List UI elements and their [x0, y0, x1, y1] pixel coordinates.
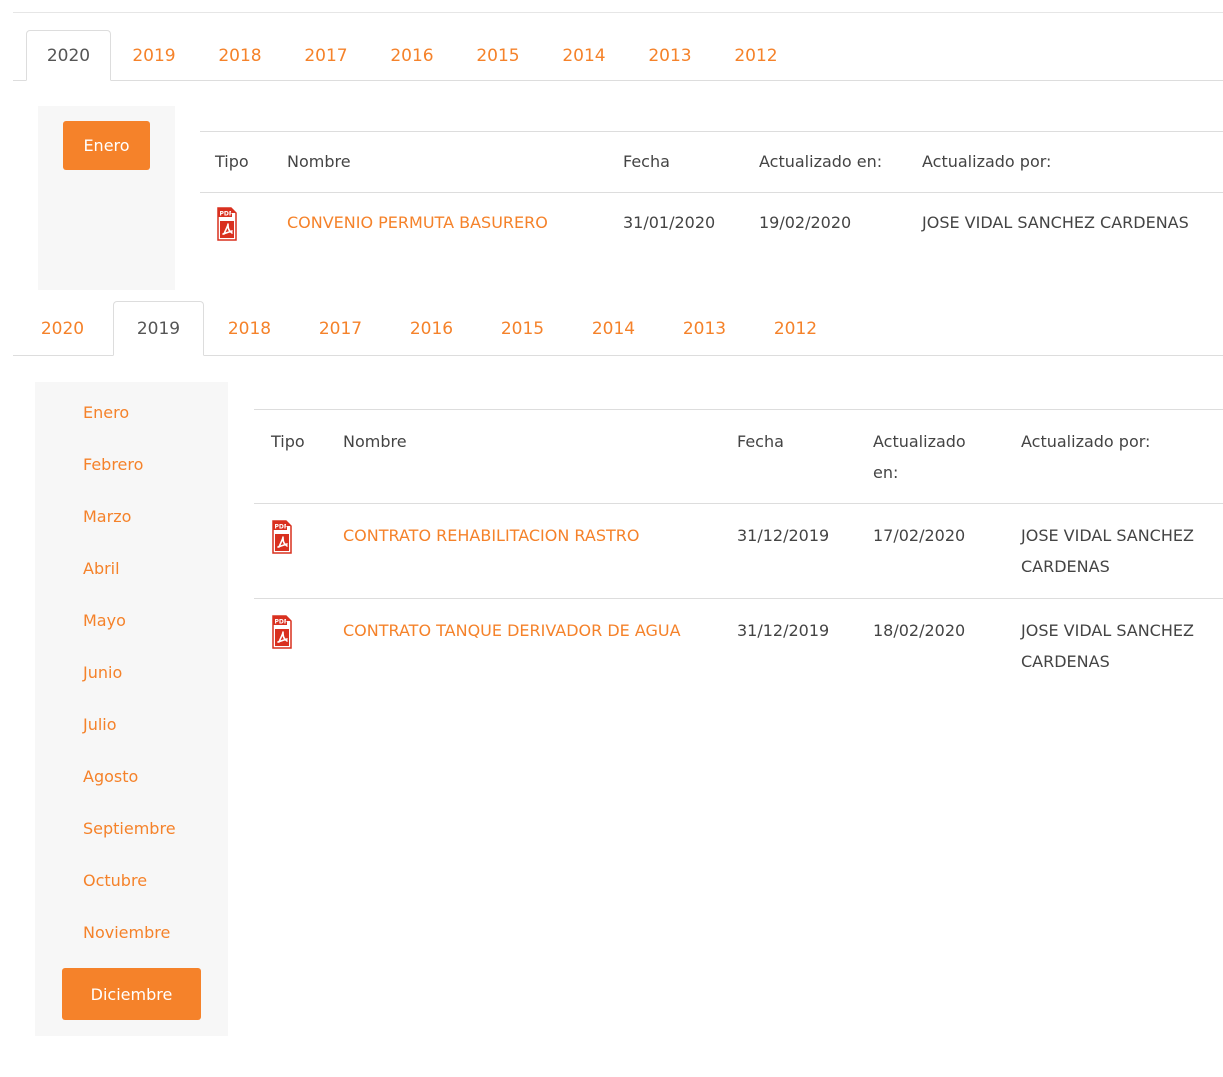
month-febrero[interactable]: Febrero	[83, 455, 143, 474]
month-marzo[interactable]: Marzo	[83, 507, 131, 526]
year-tabs: 2020 2019 2018 2017 2016 2015 2014 2013 …	[13, 30, 1223, 81]
header-fecha: Fecha	[737, 432, 784, 451]
pdf-icon[interactable]: PDF	[217, 207, 237, 241]
year-section-2020: 2020 2019 2018 2017 2016 2015 2014 2013 …	[0, 0, 1223, 292]
month-enero[interactable]: Enero	[63, 121, 150, 170]
tab-2016[interactable]: 2016	[369, 30, 455, 81]
year-section-2019: 2020 2019 2018 2017 2016 2015 2014 2013 …	[0, 292, 1223, 1077]
documents-table: Tipo Nombre Fecha Actualizado en: Actual…	[200, 131, 1223, 261]
tab-2015[interactable]: 2015	[477, 301, 568, 356]
month-menu: Enero	[38, 106, 175, 290]
document-link[interactable]: CONVENIO PERMUTA BASURERO	[287, 207, 548, 238]
pdf-icon[interactable]: PDF	[272, 520, 292, 554]
header-actualizado-por: Actualizado por:	[922, 152, 1052, 171]
header-fecha: Fecha	[623, 152, 670, 171]
tab-2014[interactable]: 2014	[541, 30, 627, 81]
tab-2012[interactable]: 2012	[713, 30, 799, 81]
month-septiembre[interactable]: Septiembre	[83, 819, 176, 838]
tab-2019[interactable]: 2019	[111, 30, 197, 81]
cell-fecha: 31/12/2019	[737, 526, 830, 545]
header-nombre: Nombre	[287, 152, 351, 171]
tab-2016[interactable]: 2016	[386, 301, 477, 356]
cell-actualizado-en: 17/02/2020	[873, 526, 966, 545]
tab-2017[interactable]: 2017	[295, 301, 386, 356]
document-link[interactable]: CONTRATO REHABILITACION RASTRO	[343, 520, 639, 551]
header-tipo: Tipo	[271, 432, 305, 451]
cell-actualizado-por: JOSE VIDAL SANCHEZ CARDENAS	[1021, 526, 1194, 576]
header-tipo: Tipo	[215, 152, 249, 171]
document-link[interactable]: CONTRATO TANQUE DERIVADOR DE AGUA	[343, 615, 703, 646]
tab-2015[interactable]: 2015	[455, 30, 541, 81]
table-header-divider	[200, 192, 1223, 193]
tab-2018[interactable]: 2018	[197, 30, 283, 81]
header-nombre: Nombre	[343, 432, 407, 451]
table-header-divider	[254, 503, 1223, 504]
table-top-border	[254, 409, 1223, 410]
pdf-icon[interactable]: PDF	[272, 615, 292, 649]
tab-2020[interactable]: 2020	[26, 30, 111, 81]
header-actualizado-en: Actualizado en:	[759, 152, 883, 171]
month-octubre[interactable]: Octubre	[83, 871, 147, 890]
month-noviembre[interactable]: Noviembre	[83, 923, 170, 942]
cell-actualizado-en: 18/02/2020	[873, 621, 966, 640]
cell-actualizado-por: JOSE VIDAL SANCHEZ CARDENAS	[1021, 621, 1194, 671]
documents-table: Tipo Nombre Fecha Actualizado en: Actual…	[254, 409, 1223, 709]
cell-fecha: 31/12/2019	[737, 621, 830, 640]
cell-actualizado-en: 19/02/2020	[759, 213, 852, 232]
month-diciembre[interactable]: Diciembre	[62, 968, 201, 1020]
cell-fecha: 31/01/2020	[623, 213, 716, 232]
month-mayo[interactable]: Mayo	[83, 611, 126, 630]
svg-text:PDF: PDF	[275, 523, 288, 530]
month-abril[interactable]: Abril	[83, 559, 120, 578]
month-enero[interactable]: Enero	[83, 403, 129, 422]
tab-2013[interactable]: 2013	[627, 30, 713, 81]
row-divider	[254, 598, 1223, 599]
tab-2017[interactable]: 2017	[283, 30, 369, 81]
divider	[13, 12, 1223, 13]
month-agosto[interactable]: Agosto	[83, 767, 138, 786]
table-top-border	[200, 131, 1223, 132]
header-actualizado-por: Actualizado por:	[1021, 432, 1151, 451]
svg-text:PDF: PDF	[220, 210, 233, 217]
tab-2012[interactable]: 2012	[750, 301, 841, 356]
year-tabs: 2020 2019 2018 2017 2016 2015 2014 2013 …	[13, 301, 1223, 356]
tab-2018[interactable]: 2018	[204, 301, 295, 356]
month-julio[interactable]: Julio	[83, 715, 117, 734]
tab-2020[interactable]: 2020	[13, 301, 112, 356]
cell-actualizado-por: JOSE VIDAL SANCHEZ CARDENAS	[922, 213, 1189, 232]
tab-2014[interactable]: 2014	[568, 301, 659, 356]
header-actualizado-en: Actualizado en:	[873, 432, 966, 482]
tab-2019[interactable]: 2019	[113, 301, 204, 356]
month-junio[interactable]: Junio	[83, 663, 122, 682]
tab-2013[interactable]: 2013	[659, 301, 750, 356]
month-menu: Enero Febrero Marzo Abril Mayo Junio Jul…	[35, 382, 228, 1036]
svg-text:PDF: PDF	[275, 618, 288, 625]
